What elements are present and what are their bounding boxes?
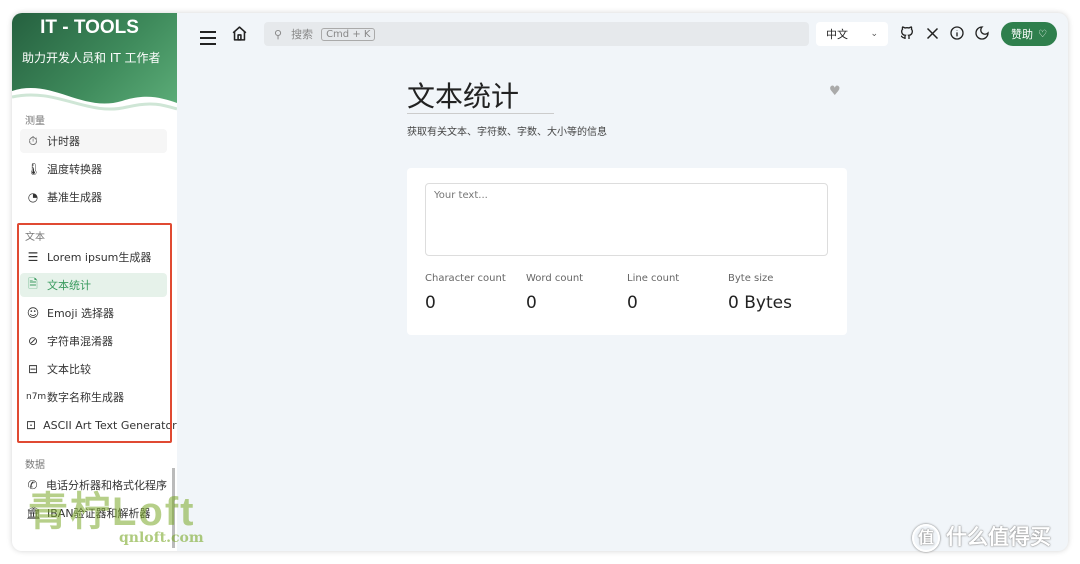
bank-icon: 🏛︎ — [26, 506, 42, 520]
x-twitter-icon[interactable] — [923, 24, 941, 42]
phone-icon: ✆ — [27, 478, 38, 492]
group-label-data: 数据 — [25, 460, 45, 471]
speedometer-icon: ◔ — [27, 190, 39, 204]
sidebar-item-label: IBAN验证器和解析器 — [47, 507, 151, 520]
donate-label: 赞助 — [1011, 28, 1034, 41]
donate-button[interactable]: 赞助 ♡ — [1001, 22, 1057, 46]
stat-label: Line count — [627, 273, 680, 284]
timer-icon: ⏱ — [28, 133, 38, 148]
search-icon: ⚲ — [274, 27, 283, 41]
sidebar-item-label: 计时器 — [47, 135, 80, 148]
stat-character-count: Character count 0 — [425, 273, 506, 313]
menu-toggle-button[interactable] — [200, 31, 216, 45]
stat-value: 0 — [526, 293, 537, 313]
sidebar-item-label: 电话分析器和格式化程序 — [46, 479, 167, 492]
moon-icon[interactable] — [973, 24, 991, 42]
language-select[interactable]: 中文 ⌄ — [816, 22, 888, 46]
stat-label: Character count — [425, 273, 506, 284]
highlight-annotation-box — [17, 223, 172, 443]
sidebar-item-benchmark[interactable]: ◔ 基准生成器 — [20, 185, 167, 209]
search-placeholder: 搜索 — [291, 28, 314, 41]
brand-header[interactable]: IT - TOOLS 助力开发人员和 IT 工作者 — [12, 13, 177, 118]
search-input[interactable]: ⚲ 搜索 Cmd + K — [264, 22, 809, 46]
stat-label: Word count — [526, 273, 584, 284]
info-icon[interactable] — [948, 24, 966, 42]
group-label-measure: 测量 — [25, 116, 45, 127]
sidebar-item-phone-parser[interactable]: ✆ 电话分析器和格式化程序 — [20, 473, 167, 497]
brand-title: IT - TOOLS — [40, 17, 139, 38]
thermometer-icon: 🌡︎ — [26, 162, 42, 176]
favorite-heart-icon[interactable]: ♥ — [829, 84, 841, 99]
brand-subtitle: 助力开发人员和 IT 工作者 — [22, 51, 161, 65]
text-stats-card: Character count 0 Word count 0 Line coun… — [407, 168, 847, 335]
github-icon[interactable] — [898, 24, 916, 42]
sidebar-item-label: 温度转换器 — [47, 163, 102, 176]
corner-watermark-text: 什么值得买 — [946, 525, 1051, 549]
stat-value: 0 — [425, 293, 436, 313]
page-title: 文本统计 — [407, 80, 520, 113]
app-window: IT - TOOLS 助力开发人员和 IT 工作者 测量 ⏱ 计时器 🌡︎ 温度… — [12, 13, 1068, 551]
sidebar: IT - TOOLS 助力开发人员和 IT 工作者 测量 ⏱ 计时器 🌡︎ 温度… — [12, 13, 177, 551]
sidebar-scrollbar[interactable] — [172, 468, 175, 548]
heart-icon: ♡ — [1038, 28, 1047, 40]
title-underline — [407, 113, 554, 114]
stat-label: Byte size — [728, 273, 774, 284]
chevron-down-icon: ⌄ — [870, 29, 878, 39]
sidebar-item-label: 基准生成器 — [47, 191, 102, 204]
sidebar-item-temperature[interactable]: 🌡︎ 温度转换器 — [20, 157, 167, 181]
corner-watermark: 值什么值得买 — [912, 521, 1051, 552]
corner-watermark-badge: 值 — [912, 524, 940, 552]
stat-value: 0 — [627, 293, 638, 313]
home-icon[interactable] — [231, 25, 248, 46]
stat-word-count: Word count 0 — [526, 273, 583, 313]
sidebar-item-iban[interactable]: 🏛︎ IBAN验证器和解析器 — [20, 501, 167, 525]
stat-line-count: Line count 0 — [627, 273, 679, 313]
language-value: 中文 — [826, 28, 848, 41]
search-shortcut: Cmd + K — [321, 27, 376, 41]
text-input[interactable] — [425, 183, 828, 256]
page-description: 获取有关文本、字符数、字数、大小等的信息 — [407, 127, 607, 138]
stat-value: 0 Bytes — [728, 293, 792, 313]
stat-byte-size: Byte size 0 Bytes — [728, 273, 792, 313]
sidebar-item-timer[interactable]: ⏱ 计时器 — [20, 129, 167, 153]
